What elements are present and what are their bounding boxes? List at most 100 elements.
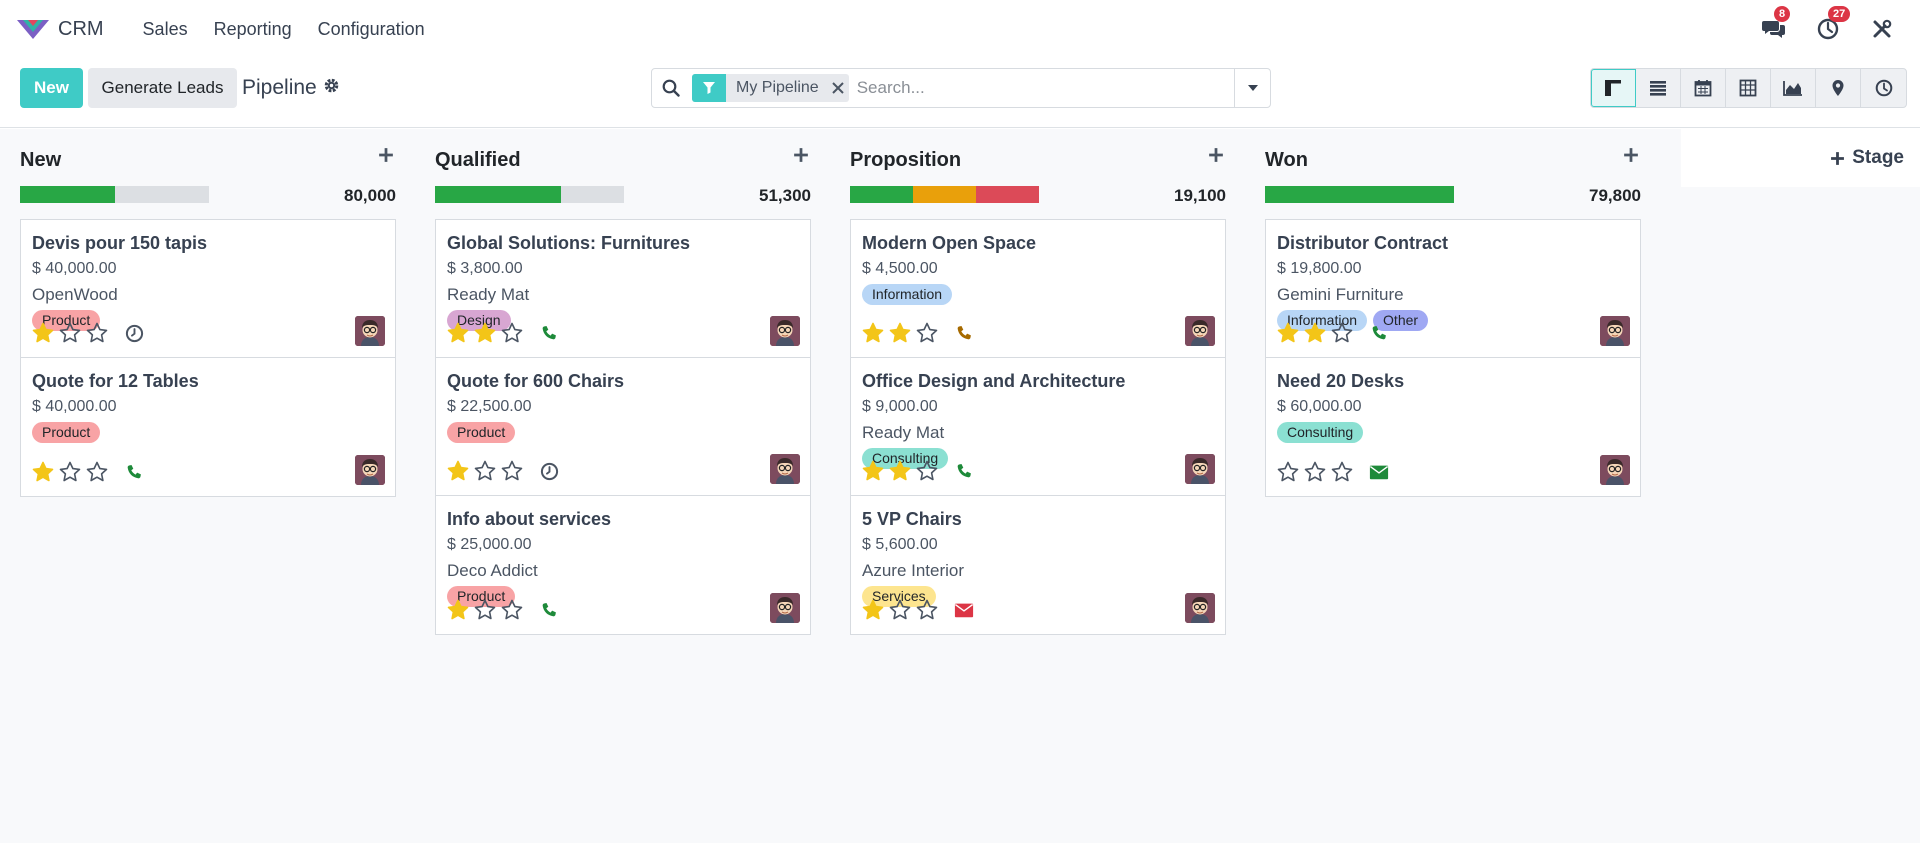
priority-star-icon[interactable] [446, 321, 470, 345]
clock-icon[interactable] [539, 461, 559, 481]
priority-star-icon[interactable] [58, 321, 82, 345]
progress-segment[interactable] [1265, 186, 1454, 203]
kanban-card[interactable]: 5 VP Chairs $ 5,600.00 Azure Interior Servi… [851, 496, 1225, 634]
column-title[interactable]: New [20, 149, 61, 171]
envelope-icon[interactable] [1369, 462, 1389, 482]
priority-star-icon[interactable] [861, 598, 885, 622]
progress-segment[interactable] [975, 186, 1039, 203]
kanban-card[interactable]: Modern Open Space $ 4,500.00 Information [851, 220, 1225, 358]
phone-icon[interactable] [124, 462, 144, 482]
priority-star-icon[interactable] [500, 321, 524, 345]
phone-icon[interactable] [539, 323, 559, 343]
quick-create-plus-icon[interactable] [1208, 147, 1226, 165]
priority-star-icon[interactable] [915, 459, 939, 483]
priority-star-icon[interactable] [1303, 460, 1327, 484]
column-title[interactable]: Proposition [850, 149, 961, 171]
salesperson-avatar[interactable] [770, 593, 800, 623]
salesperson-avatar[interactable] [1600, 455, 1630, 485]
app-name[interactable]: CRM [58, 18, 104, 41]
phone-icon[interactable] [954, 461, 974, 481]
kanban-card[interactable]: Distributor Contract $ 19,800.00 Gemini Fu… [1266, 220, 1640, 358]
salesperson-avatar[interactable] [355, 455, 385, 485]
priority-star-icon[interactable] [888, 598, 912, 622]
phone-icon[interactable] [1369, 323, 1389, 343]
priority-star-icon[interactable] [888, 321, 912, 345]
gear-icon[interactable] [323, 76, 340, 100]
kanban-card[interactable]: Devis pour 150 tapis $ 40,000.00 OpenWood P… [21, 220, 395, 358]
list-view-button[interactable] [1636, 69, 1681, 107]
priority-star-icon[interactable] [473, 459, 497, 483]
generate-leads-button[interactable]: Generate Leads [88, 68, 237, 108]
salesperson-avatar[interactable] [1185, 593, 1215, 623]
add-stage-button[interactable]: Stage [1681, 129, 1920, 187]
progress-segment[interactable] [912, 186, 976, 203]
salesperson-avatar[interactable] [355, 316, 385, 346]
menu-configuration[interactable]: Configuration [305, 19, 438, 40]
kanban-card[interactable]: Need 20 Desks $ 60,000.00 Consulting [1266, 358, 1640, 496]
priority-star-icon[interactable] [473, 321, 497, 345]
remove-facet-icon[interactable] [827, 82, 849, 94]
column-title[interactable]: Qualified [435, 149, 521, 171]
priority-star-icon[interactable] [500, 598, 524, 622]
progress-segment[interactable] [20, 186, 115, 203]
priority-star-icon[interactable] [500, 459, 524, 483]
phone-icon[interactable] [539, 600, 559, 620]
search-options-toggle[interactable] [1234, 69, 1270, 107]
menu-reporting[interactable]: Reporting [201, 19, 305, 40]
progress-segment[interactable] [114, 186, 209, 203]
salesperson-avatar[interactable] [770, 454, 800, 484]
salesperson-avatar[interactable] [1600, 316, 1630, 346]
priority-star-icon[interactable] [1303, 321, 1327, 345]
salesperson-avatar[interactable] [770, 316, 800, 346]
priority-star-icon[interactable] [85, 460, 109, 484]
quick-create-plus-icon[interactable] [1623, 147, 1641, 165]
salesperson-avatar[interactable] [1185, 454, 1215, 484]
clock-icon[interactable] [124, 323, 144, 343]
kanban-card[interactable]: Quote for 600 Chairs $ 22,500.00 Product [436, 358, 810, 496]
quick-create-plus-icon[interactable] [793, 147, 811, 165]
priority-star-icon[interactable] [446, 459, 470, 483]
priority-star-icon[interactable] [446, 598, 470, 622]
priority-star-icon[interactable] [1276, 460, 1300, 484]
priority-star-icon[interactable] [861, 459, 885, 483]
search-input[interactable] [848, 70, 1234, 106]
kanban-card[interactable]: Global Solutions: Furnitures $ 3,800.00 Re… [436, 220, 810, 358]
pivot-view-button[interactable] [1726, 69, 1771, 107]
activities-icon[interactable]: 27 [1816, 6, 1851, 41]
progress-segment[interactable] [561, 186, 624, 203]
messages-icon[interactable]: 8 [1762, 6, 1791, 41]
priority-star-icon[interactable] [1330, 321, 1354, 345]
column-title[interactable]: Won [1265, 149, 1308, 171]
priority-star-icon[interactable] [85, 321, 109, 345]
activity-view-button[interactable] [1861, 69, 1906, 107]
phone-warning-icon[interactable] [954, 323, 974, 343]
priority-star-icon[interactable] [1276, 321, 1300, 345]
priority-star-icon[interactable] [888, 459, 912, 483]
priority-star-icon[interactable] [861, 321, 885, 345]
priority-star-icon[interactable] [58, 460, 82, 484]
kanban-card[interactable]: Office Design and Architecture $ 9,000.00… [851, 358, 1225, 496]
kanban-card[interactable]: Info about services $ 25,000.00 Deco Addic… [436, 496, 810, 634]
quick-create-plus-icon[interactable] [378, 147, 396, 165]
progress-segment[interactable] [435, 186, 562, 203]
priority-star-icon[interactable] [31, 460, 55, 484]
search-icon[interactable] [652, 79, 690, 97]
priority-star-icon[interactable] [473, 598, 497, 622]
priority-star-icon[interactable] [1330, 460, 1354, 484]
new-button[interactable]: New [20, 68, 83, 108]
calendar-view-button[interactable] [1681, 69, 1726, 107]
progress-segment[interactable] [850, 186, 913, 203]
card-footer [446, 598, 559, 622]
envelope-danger-icon[interactable] [954, 600, 974, 620]
map-view-button[interactable] [1816, 69, 1861, 107]
priority-star-icon[interactable] [31, 321, 55, 345]
priority-star-icon[interactable] [915, 321, 939, 345]
menu-sales[interactable]: Sales [130, 19, 201, 40]
crm-logo-icon[interactable] [16, 16, 50, 42]
salesperson-avatar[interactable] [1185, 316, 1215, 346]
tools-icon[interactable] [1870, 17, 1894, 41]
kanban-card[interactable]: Quote for 12 Tables $ 40,000.00 Product [21, 358, 395, 496]
graph-view-button[interactable] [1771, 69, 1816, 107]
kanban-view-button[interactable] [1591, 69, 1636, 107]
priority-star-icon[interactable] [915, 598, 939, 622]
